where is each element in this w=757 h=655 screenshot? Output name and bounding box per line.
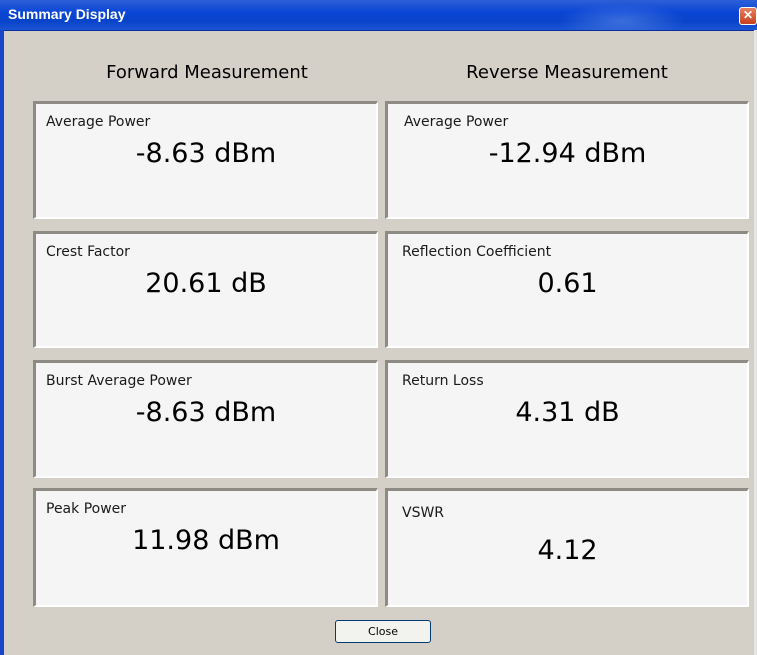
summary-display-window: Summary Display ✕ Forward Measurement Re…: [0, 0, 757, 655]
card-label: Reflection Coefficient: [402, 244, 552, 260]
title-bar[interactable]: Summary Display ✕: [0, 0, 757, 31]
forward-average-power-card: Average Power -8.63 dBm: [33, 101, 378, 219]
window-left-border: [0, 30, 4, 655]
title-bar-gloss: [547, 0, 697, 30]
card-value: 0.61: [537, 268, 598, 299]
reverse-vswr-card: VSWR 4.12: [385, 488, 749, 607]
card-value: 4.31 dB: [515, 397, 620, 428]
card-value: -12.94 dBm: [488, 138, 647, 169]
card-label: Peak Power: [46, 501, 127, 517]
card-value: -8.63 dBm: [135, 397, 277, 428]
window-close-icon[interactable]: ✕: [739, 7, 757, 25]
card-label: Burst Average Power: [46, 373, 192, 389]
card-label: Average Power: [404, 114, 509, 130]
reverse-reflection-coefficient-card: Reflection Coefficient 0.61: [385, 231, 749, 348]
close-button[interactable]: Close: [335, 620, 431, 643]
forward-burst-average-power-card: Burst Average Power -8.63 dBm: [33, 360, 378, 478]
reverse-average-power-card: Average Power -12.94 dBm: [385, 101, 749, 219]
card-label: VSWR: [402, 505, 445, 521]
forward-crest-factor-card: Crest Factor 20.61 dB: [33, 231, 378, 348]
reverse-measurement-heading: Reverse Measurement: [466, 62, 668, 83]
card-label: Return Loss: [402, 373, 484, 389]
forward-peak-power-card: Peak Power 11.98 dBm: [33, 488, 378, 607]
card-label: Average Power: [46, 114, 151, 130]
card-value: 4.12: [537, 535, 598, 566]
card-value: 20.61 dB: [145, 268, 267, 299]
card-value: 11.98 dBm: [132, 525, 280, 556]
card-label: Crest Factor: [46, 244, 130, 260]
reverse-return-loss-card: Return Loss 4.31 dB: [385, 360, 749, 478]
forward-measurement-heading: Forward Measurement: [106, 62, 308, 83]
window-title: Summary Display: [8, 6, 126, 22]
card-value: -8.63 dBm: [135, 138, 277, 169]
